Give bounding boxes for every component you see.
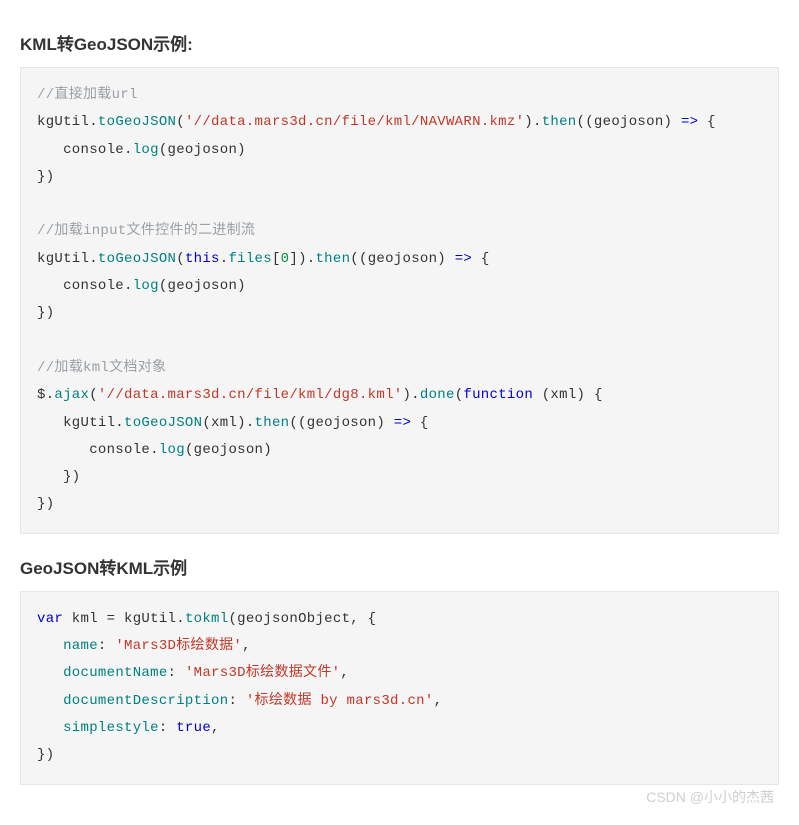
code-text: }): [37, 747, 54, 763]
code-comment: //加载input文件控件的二进制流: [37, 223, 255, 239]
code-text: $.: [37, 387, 54, 403]
code-prop: documentName: [63, 665, 167, 681]
code-text: kgUtil.: [37, 114, 98, 130]
code-text: kgUtil.: [37, 415, 124, 431]
code-func: ajax: [54, 387, 89, 403]
heading-1: KML转GeoJSON示例:: [20, 30, 779, 55]
section-2: GeoJSON转KML示例 var kml = kgUtil.tokml(geo…: [20, 554, 779, 785]
code-text: }): [37, 469, 81, 485]
code-func: log: [133, 278, 159, 294]
code-text: [37, 665, 63, 681]
code-text: {: [698, 114, 715, 130]
code-prop: files: [228, 251, 272, 267]
code-text: [37, 638, 63, 654]
code-text: ((geojoson): [350, 251, 454, 267]
code-text: }): [37, 496, 54, 512]
heading-2: GeoJSON转KML示例: [20, 554, 779, 579]
code-text: ,: [340, 665, 349, 681]
section-1: KML转GeoJSON示例: //直接加载url kgUtil.toGeoJSO…: [20, 30, 779, 534]
code-text: ]).: [289, 251, 315, 267]
code-keyword: var: [37, 611, 63, 627]
code-text: :: [159, 720, 176, 736]
code-text: {: [472, 251, 489, 267]
code-func: log: [133, 142, 159, 158]
code-text: :: [98, 638, 115, 654]
code-text: (geojoson): [159, 278, 246, 294]
code-text: kgUtil.: [37, 251, 98, 267]
code-comment: //直接加载url: [37, 87, 138, 103]
code-text: (xml).: [202, 415, 254, 431]
code-string: '//data.mars3d.cn/file/kml/dg8.kml': [98, 387, 403, 403]
code-text: ,: [242, 638, 251, 654]
code-keyword: this: [185, 251, 220, 267]
code-text: (geojoson): [159, 142, 246, 158]
code-func: then: [315, 251, 350, 267]
code-text: ((geojoson): [577, 114, 681, 130]
code-string: 'Mars3D标绘数据': [115, 638, 242, 654]
code-keyword: function: [463, 387, 533, 403]
code-func: then: [542, 114, 577, 130]
code-text: (: [176, 114, 185, 130]
code-block-2: var kml = kgUtil.tokml(geojsonObject, { …: [20, 591, 779, 785]
code-text: console.: [37, 142, 133, 158]
code-prop: simplestyle: [63, 720, 159, 736]
code-string: '//data.mars3d.cn/file/kml/NAVWARN.kmz': [185, 114, 524, 130]
code-keyword: =>: [394, 415, 411, 431]
watermark: CSDN @小小的杰茜: [646, 787, 774, 807]
code-text: ((geojoson): [289, 415, 393, 431]
code-text: }): [37, 305, 54, 321]
code-text: (: [176, 251, 185, 267]
code-func: then: [255, 415, 290, 431]
code-text: (geojoson): [185, 442, 272, 458]
code-text: kml = kgUtil.: [63, 611, 185, 627]
code-block-1: //直接加载url kgUtil.toGeoJSON('//data.mars3…: [20, 67, 779, 534]
code-text: :: [168, 665, 185, 681]
code-comment: //加载kml文档对象: [37, 360, 166, 376]
code-text: (xml) {: [533, 387, 603, 403]
code-text: ,: [211, 720, 220, 736]
code-text: (: [89, 387, 98, 403]
code-text: ).: [402, 387, 419, 403]
code-keyword: =>: [455, 251, 472, 267]
code-func: log: [159, 442, 185, 458]
code-keyword: =>: [681, 114, 698, 130]
code-string: 'Mars3D标绘数据文件': [185, 665, 340, 681]
code-text: {: [411, 415, 428, 431]
code-text: console.: [37, 278, 133, 294]
code-text: }): [37, 169, 54, 185]
code-func: toGeoJSON: [98, 114, 176, 130]
code-text: [37, 720, 63, 736]
code-func: tokml: [185, 611, 229, 627]
code-func: toGeoJSON: [124, 415, 202, 431]
code-text: console.: [37, 442, 159, 458]
code-text: (geojsonObject, {: [228, 611, 376, 627]
code-keyword: true: [176, 720, 211, 736]
code-text: [: [272, 251, 281, 267]
code-func: done: [420, 387, 455, 403]
code-func: toGeoJSON: [98, 251, 176, 267]
code-prop: name: [63, 638, 98, 654]
code-text: ).: [524, 114, 541, 130]
